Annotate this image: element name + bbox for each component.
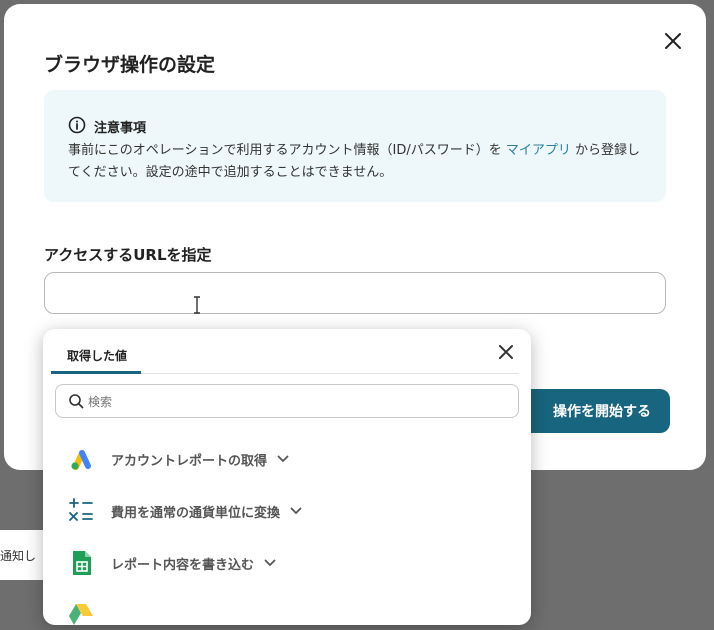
tab-divider <box>141 373 519 374</box>
obtained-values-popup: 取得した値 アカウントレポートの取得 費用を通常の通貨単位に変換 <box>43 329 531 625</box>
list-item-currency-convert[interactable]: 費用を通常の通貨単位に変換 <box>67 493 507 529</box>
close-icon[interactable] <box>497 343 515 361</box>
search-box <box>55 384 519 418</box>
list-item-label: レポート内容を書き込む <box>111 557 255 573</box>
notice-box: 注意事項 事前にこのオペレーションで利用するアカウント情報（ID/パスワード）を… <box>44 90 666 202</box>
notice-body: 事前にこのオペレーションで利用するアカウント情報（ID/パスワード）を マイアプ… <box>68 140 648 184</box>
tab-underline <box>51 371 141 374</box>
list-item-label: アカウントレポートの取得 <box>111 453 268 469</box>
tab-obtained-values[interactable]: 取得した値 <box>67 347 127 364</box>
url-input[interactable] <box>44 272 666 314</box>
list-item-partial[interactable] <box>67 597 507 625</box>
list-item-account-report[interactable]: アカウントレポートの取得 <box>67 441 507 477</box>
chevron-down-icon <box>264 559 276 567</box>
start-operation-button[interactable]: 操作を開始する <box>520 389 670 433</box>
list-item-write-report[interactable]: レポート内容を書き込む <box>67 545 507 581</box>
text-cursor-icon <box>194 296 200 314</box>
calculator-icon <box>69 498 93 521</box>
close-icon[interactable] <box>662 30 684 52</box>
google-ads-icon <box>71 450 91 470</box>
modal-title: ブラウザ操作の設定 <box>44 54 216 76</box>
chevron-down-icon <box>290 507 302 515</box>
chevron-down-icon <box>277 455 289 463</box>
google-drive-icon <box>69 604 93 625</box>
notice-heading: 注意事項 <box>94 121 147 136</box>
notice-text-before: 事前にこのオペレーションで利用するアカウント情報（ID/パスワード）を <box>68 143 502 158</box>
google-sheets-icon <box>73 551 91 575</box>
url-field-label: アクセスするURLを指定 <box>44 246 212 264</box>
list-item-label: 費用を通常の通貨単位に変換 <box>111 505 281 521</box>
search-icon <box>69 394 84 409</box>
my-apps-link[interactable]: マイアプリ <box>506 143 571 158</box>
background-notify-text: 通知し <box>0 549 37 563</box>
info-icon <box>68 116 86 134</box>
search-input[interactable] <box>86 389 510 415</box>
